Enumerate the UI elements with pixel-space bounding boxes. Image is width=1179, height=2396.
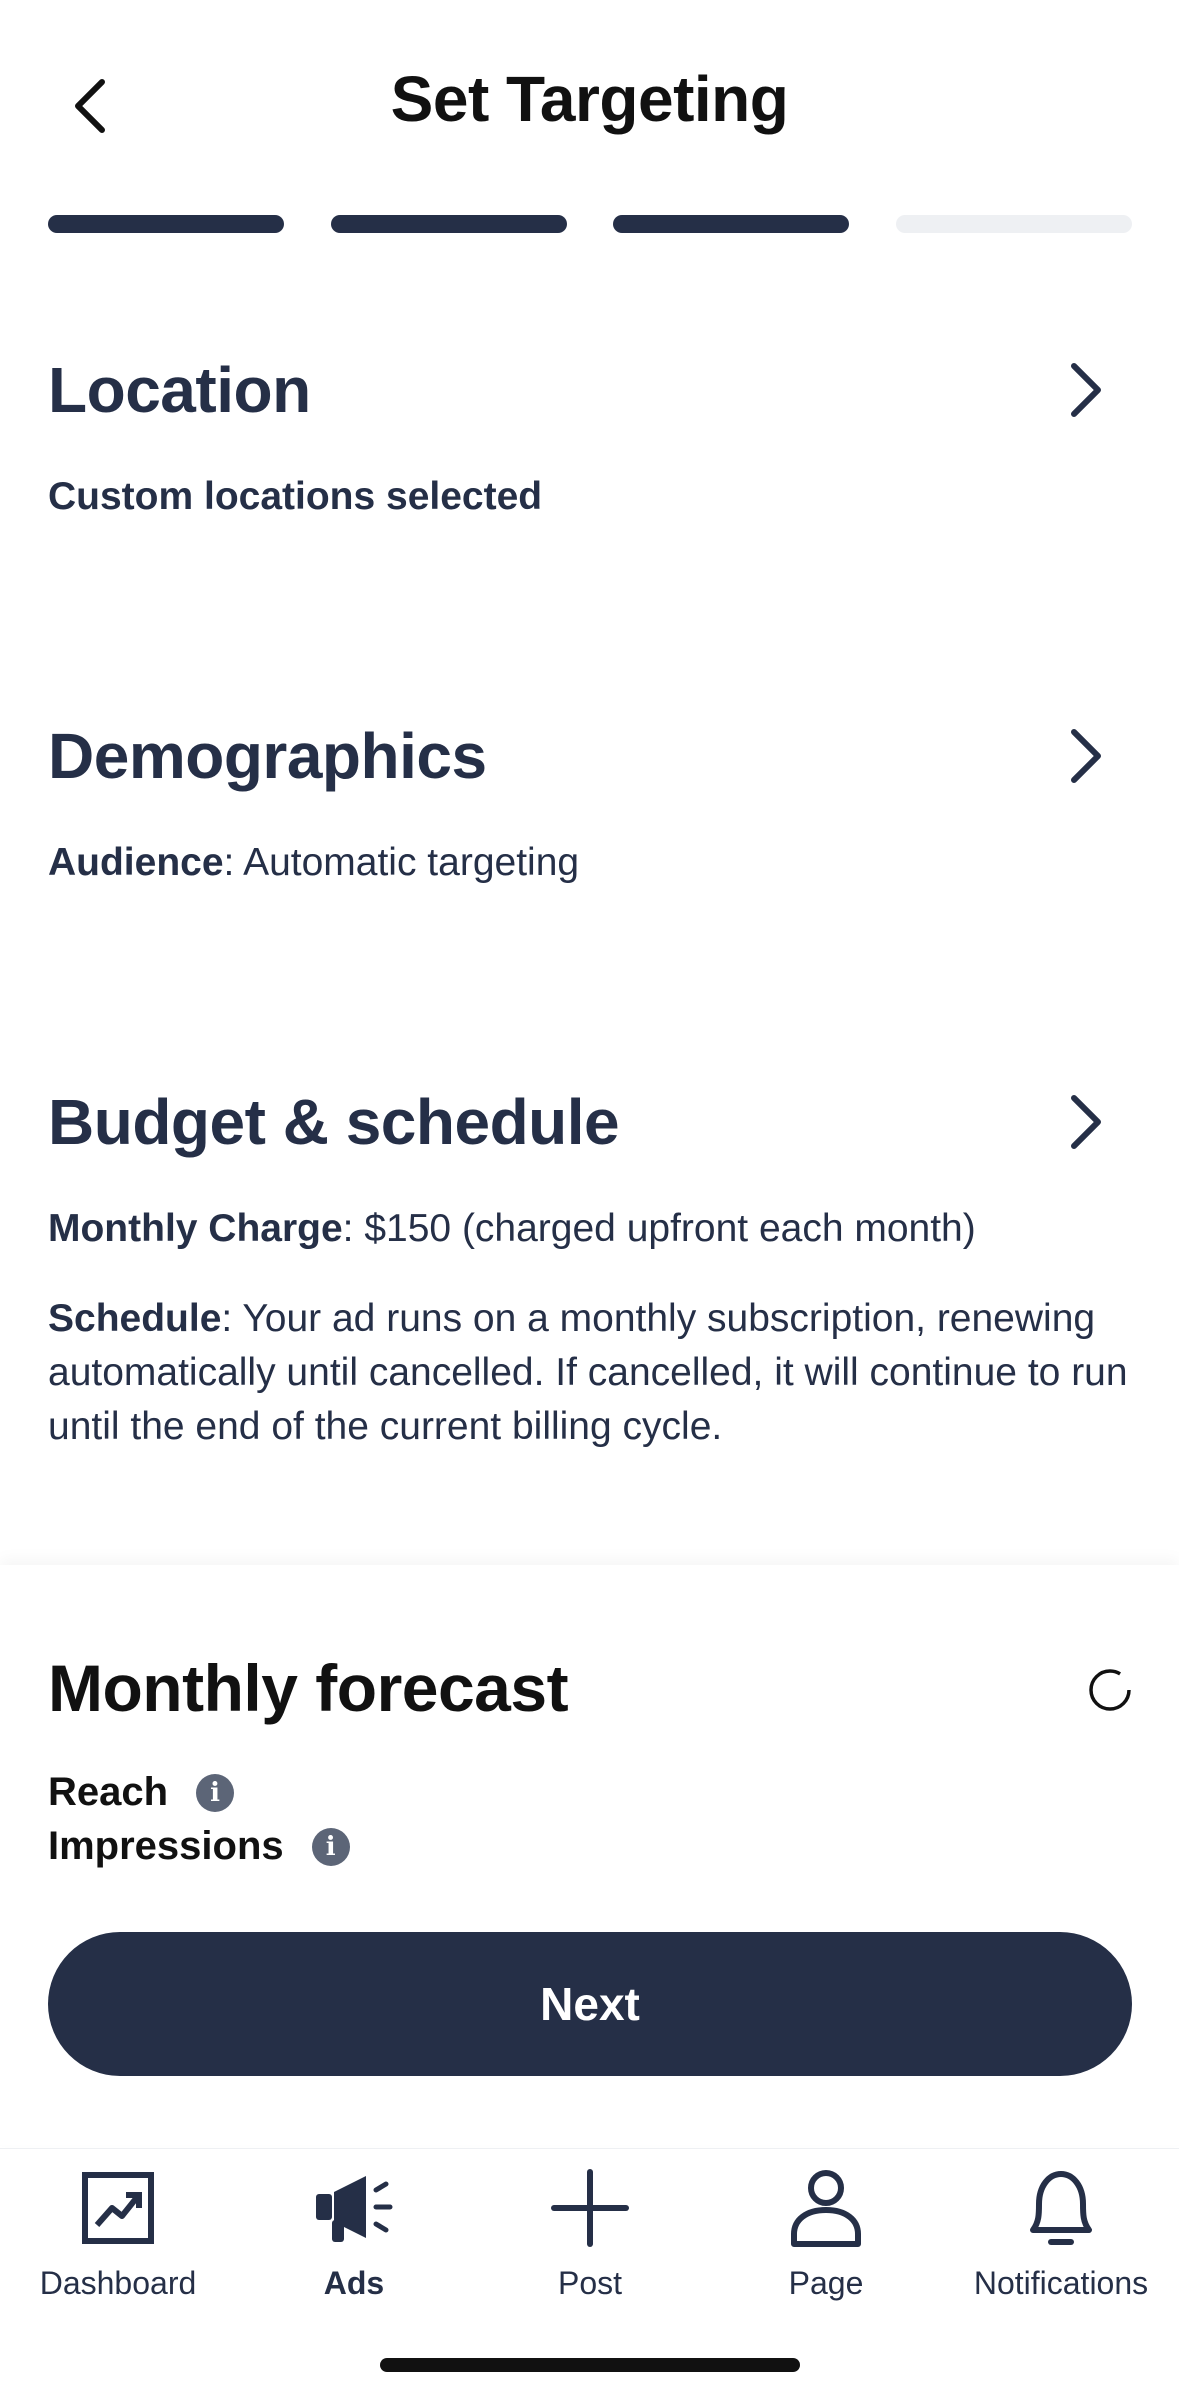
plus-icon: [545, 2163, 635, 2253]
tab-dashboard[interactable]: Dashboard: [0, 2163, 236, 2302]
chart-trend-icon: [73, 2163, 163, 2253]
tab-post[interactable]: Post: [472, 2163, 708, 2302]
chevron-right-icon: [1056, 1092, 1116, 1152]
schedule-summary: Schedule: Your ad runs on a monthly subs…: [48, 1292, 1132, 1454]
megaphone-icon: [309, 2163, 399, 2253]
tab-notifications[interactable]: Notifications: [943, 2163, 1179, 2302]
tab-ads[interactable]: Ads: [236, 2163, 472, 2302]
demographics-row[interactable]: Demographics: [48, 706, 1132, 806]
location-row[interactable]: Location: [48, 340, 1132, 440]
demographics-section: Demographics Audience: Automatic targeti…: [48, 706, 1132, 890]
page-title: Set Targeting: [390, 63, 789, 135]
charge-value: : $150 (charged upfront each month): [342, 1207, 976, 1250]
home-indicator: [380, 2358, 800, 2372]
budget-title: Budget & schedule: [48, 1086, 620, 1158]
person-icon: [781, 2163, 871, 2253]
tab-label: Ads: [323, 2265, 385, 2301]
tab-label: Dashboard: [39, 2265, 197, 2301]
tab-page[interactable]: Page: [708, 2163, 944, 2302]
reach-info-icon[interactable]: i: [196, 1773, 235, 1812]
location-title: Location: [48, 354, 311, 426]
forecast-title: Monthly forecast: [48, 1651, 569, 1725]
bell-icon: [1016, 2163, 1106, 2253]
header: Set Targeting: [0, 0, 1179, 200]
loading-spinner-icon: [1089, 1669, 1131, 1711]
location-summary: Custom locations selected: [48, 475, 543, 518]
impressions-info-icon[interactable]: i: [311, 1827, 350, 1866]
schedule-label: Schedule: [48, 1297, 222, 1340]
audience-summary: Audience: Automatic targeting: [48, 836, 1132, 890]
budget-row[interactable]: Budget & schedule: [48, 1072, 1132, 1172]
charge-label: Monthly Charge: [48, 1207, 343, 1250]
progress-segment-3: [613, 215, 850, 233]
impressions-row: Impressions i: [48, 1824, 350, 1869]
monthly-charge: Monthly Charge: $150 (charged upfront ea…: [48, 1202, 1132, 1256]
progress-segment-2: [330, 215, 567, 233]
progress-segment-4: [895, 215, 1132, 233]
reach-row: Reach i: [48, 1770, 235, 1815]
reach-label: Reach: [48, 1770, 169, 1814]
next-button[interactable]: Next: [48, 1932, 1132, 2076]
tab-label: Notifications: [973, 2265, 1149, 2301]
chevron-right-icon: [1056, 726, 1116, 786]
audience-label: Audience: [48, 841, 224, 884]
impressions-label: Impressions: [48, 1824, 284, 1868]
budget-section: Budget & schedule Monthly Charge: $150 (…: [48, 1072, 1132, 1454]
step-progress: [48, 215, 1132, 233]
location-section: Location Custom locations selected: [48, 340, 1132, 524]
demographics-title: Demographics: [48, 720, 487, 792]
progress-segment-1: [48, 215, 284, 233]
tab-label: Post: [557, 2265, 623, 2301]
tab-label: Page: [788, 2265, 864, 2301]
chevron-right-icon: [1056, 360, 1116, 420]
audience-value: : Automatic targeting: [223, 841, 580, 884]
